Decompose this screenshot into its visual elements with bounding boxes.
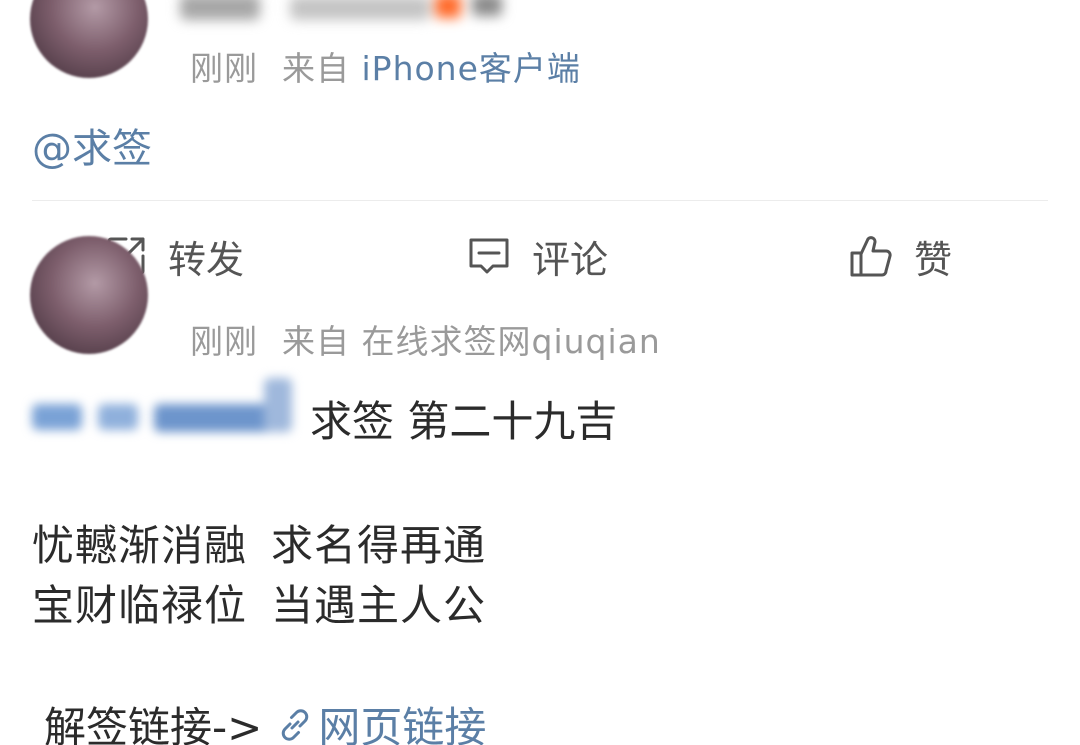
- link-prefix: 解签链接->: [44, 703, 263, 745]
- from-label: 来自: [282, 49, 350, 88]
- divider: [32, 200, 1048, 201]
- source-link[interactable]: 在线求签网qiuqian: [362, 322, 661, 361]
- poem-phrase: 宝财临禄位: [32, 581, 248, 630]
- mention-blurred[interactable]: [32, 378, 300, 440]
- thumbs-up-icon: [850, 236, 892, 277]
- post-time: 刚刚: [190, 49, 258, 88]
- forward-label: 转发: [168, 237, 245, 282]
- avatar[interactable]: [30, 236, 148, 354]
- poem-line: 忧轗渐消融 求名得再通: [32, 512, 486, 573]
- poem-phrase: 当遇主人公: [271, 581, 487, 630]
- comment-button[interactable]: 评论: [466, 228, 608, 284]
- post-meta: 刚刚 来自 iPhone客户端: [190, 42, 581, 90]
- comment-icon: [469, 238, 509, 274]
- from-label: 来自: [282, 322, 350, 361]
- poem-line: 宝财临禄位 当遇主人公: [32, 572, 486, 633]
- web-link-label: 网页链接: [318, 703, 487, 745]
- comment-label: 评论: [532, 237, 609, 282]
- avatar[interactable]: [30, 0, 148, 78]
- interpretation-line: 解签链接-> 网页链接: [44, 694, 486, 745]
- username-blurred[interactable]: [180, 0, 520, 22]
- weibo-feed: 刚刚 来自 iPhone客户端 @求签 转发 评论 赞 刚刚 来自 在线求签网qiu…: [0, 0, 1080, 745]
- poem-phrase: 求名得再通: [271, 521, 487, 570]
- web-link[interactable]: 网页链接: [276, 694, 486, 745]
- like-button[interactable]: 赞: [848, 228, 952, 284]
- fortune-title: 求签 第二十九吉: [310, 397, 618, 446]
- link-icon: [282, 708, 309, 741]
- post-meta: 刚刚 来自 在线求签网qiuqian: [190, 315, 661, 363]
- source-link[interactable]: iPhone客户端: [362, 49, 581, 88]
- post-time: 刚刚: [190, 322, 258, 361]
- like-label: 赞: [914, 237, 953, 282]
- mention-link[interactable]: @求签: [32, 116, 152, 174]
- poem-phrase: 忧轗渐消融: [32, 521, 248, 570]
